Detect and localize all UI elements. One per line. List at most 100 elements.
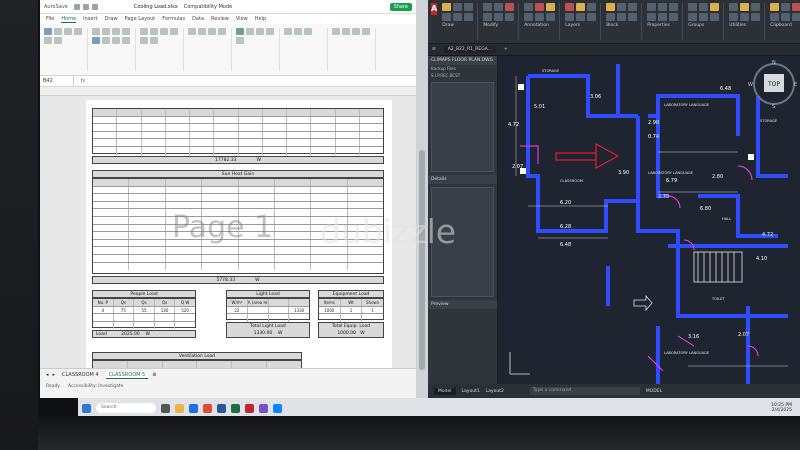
table-cell[interactable]: [134, 314, 155, 321]
table-cell[interactable]: [93, 224, 130, 232]
cad-tool-icon[interactable]: [587, 13, 597, 21]
cad-tool-icon[interactable]: [628, 3, 638, 11]
table-cell[interactable]: 130: [155, 306, 176, 314]
table-cell[interactable]: [336, 116, 360, 124]
table-cell[interactable]: [202, 262, 239, 271]
cad-tool-icon[interactable]: [494, 13, 504, 21]
drawing-tab[interactable]: A2_B22_R1_REGA...: [443, 46, 497, 53]
excel-icon[interactable]: [231, 403, 240, 413]
cad-tool-icon[interactable]: [658, 3, 668, 11]
sheet-tab-classroom-4[interactable]: CLASSROOM 4: [59, 372, 102, 378]
cad-tool-icon[interactable]: [483, 3, 493, 11]
table-cell[interactable]: [129, 247, 166, 254]
table-cell[interactable]: [129, 216, 166, 224]
table-cell[interactable]: [202, 186, 239, 194]
table-cell[interactable]: [287, 131, 312, 139]
add-sheet-icon[interactable]: ⊕: [152, 372, 156, 378]
autosave-toggle[interactable]: AutoSave: [44, 4, 68, 10]
cad-tool-icon[interactable]: [781, 13, 791, 21]
font-group[interactable]: [92, 28, 136, 71]
cad-tool-icon[interactable]: [792, 3, 800, 11]
table-cell[interactable]: [336, 146, 360, 155]
table-cell[interactable]: [93, 109, 118, 116]
table-cell[interactable]: [134, 321, 155, 330]
table-cell[interactable]: [263, 116, 287, 124]
table-cell[interactable]: [239, 146, 263, 155]
ribbon-tab-review[interactable]: Review: [211, 16, 229, 22]
table-cell[interactable]: [166, 146, 190, 155]
table-cell[interactable]: [166, 116, 190, 124]
table-cell[interactable]: [190, 131, 215, 139]
cad-tool-icon[interactable]: [546, 3, 556, 11]
table-cell[interactable]: [289, 314, 309, 322]
table-cell[interactable]: Shown: [362, 299, 384, 306]
cad-tool-icon[interactable]: [464, 3, 474, 11]
taskbar-search[interactable]: Search: [96, 403, 156, 413]
table-cell[interactable]: [287, 116, 312, 124]
table-cell[interactable]: [336, 139, 360, 146]
cad-tool-icon[interactable]: [606, 3, 616, 11]
table-cell[interactable]: [117, 109, 142, 116]
table-cell[interactable]: [214, 116, 239, 124]
table-cell[interactable]: [202, 194, 239, 201]
layout2-tab[interactable]: Layout2: [486, 389, 504, 394]
cad-tool-icon[interactable]: [505, 13, 515, 21]
table-cell[interactable]: [268, 299, 290, 306]
table-cell[interactable]: [275, 186, 312, 194]
table-cell[interactable]: [166, 186, 203, 194]
cad-group-groups[interactable]: Groups: [688, 3, 725, 40]
cad-tool-icon[interactable]: [647, 13, 657, 21]
cad-tool-icon[interactable]: [505, 3, 515, 11]
ribbon-tab-home[interactable]: Home: [61, 16, 77, 23]
table-cell[interactable]: [166, 124, 190, 131]
cad-tool-icon[interactable]: [647, 3, 657, 11]
table-cell[interactable]: [214, 146, 239, 155]
ribbon-tab-page-layout[interactable]: Page Layout: [125, 16, 156, 22]
table-cell[interactable]: [263, 124, 287, 131]
table-cell[interactable]: [202, 247, 239, 254]
table-cell[interactable]: [117, 131, 142, 139]
table-cell[interactable]: [166, 254, 203, 262]
table-cell[interactable]: [239, 254, 275, 262]
table-cell[interactable]: [348, 194, 383, 201]
table-cell[interactable]: [239, 124, 263, 131]
table-cell[interactable]: [311, 254, 348, 262]
system-tray[interactable]: 10:25 PM 2/4/2025: [771, 403, 800, 413]
table-cell[interactable]: [263, 146, 287, 155]
table-cell[interactable]: [129, 254, 166, 262]
table-cell[interactable]: [165, 179, 203, 186]
table-cell[interactable]: [348, 187, 383, 194]
table-cell[interactable]: [114, 314, 135, 321]
table-cell[interactable]: [269, 306, 290, 314]
table-cell[interactable]: [262, 109, 287, 116]
cad-tool-icon[interactable]: [565, 13, 575, 21]
panel-line-2[interactable]: S.I.P.REC.BCST: [428, 72, 497, 79]
table-cell[interactable]: [360, 147, 383, 155]
ribbon-tab-help[interactable]: Help: [255, 16, 266, 22]
table-cell[interactable]: [348, 263, 383, 271]
table-cell[interactable]: [93, 116, 118, 124]
file-explorer-icon[interactable]: [175, 403, 184, 413]
table-cell[interactable]: [311, 186, 348, 194]
table-cell[interactable]: 4: [93, 306, 114, 314]
table-cell[interactable]: [311, 116, 336, 124]
table-cell[interactable]: [238, 179, 275, 186]
table-cell[interactable]: [214, 124, 239, 131]
cad-tool-icon[interactable]: [565, 3, 575, 11]
table-cell[interactable]: [129, 186, 166, 194]
table-cell[interactable]: [175, 322, 195, 330]
table-cell[interactable]: [93, 124, 118, 131]
table-cell[interactable]: [311, 109, 336, 116]
cad-tool-icon[interactable]: [658, 13, 668, 21]
table-cell[interactable]: [129, 209, 166, 216]
chrome-icon[interactable]: [203, 403, 212, 413]
table-cell[interactable]: [175, 314, 195, 321]
styles-group[interactable]: [236, 28, 280, 71]
undo-icon[interactable]: [82, 3, 89, 10]
cad-tool-icon[interactable]: [669, 13, 679, 21]
table-cell[interactable]: [287, 109, 312, 116]
cad-group-clipboard[interactable]: Clipboard: [770, 3, 800, 40]
start-tab[interactable]: ≡: [432, 47, 436, 52]
table-cell[interactable]: 1: [341, 306, 363, 314]
cad-tool-icon[interactable]: [770, 3, 780, 11]
